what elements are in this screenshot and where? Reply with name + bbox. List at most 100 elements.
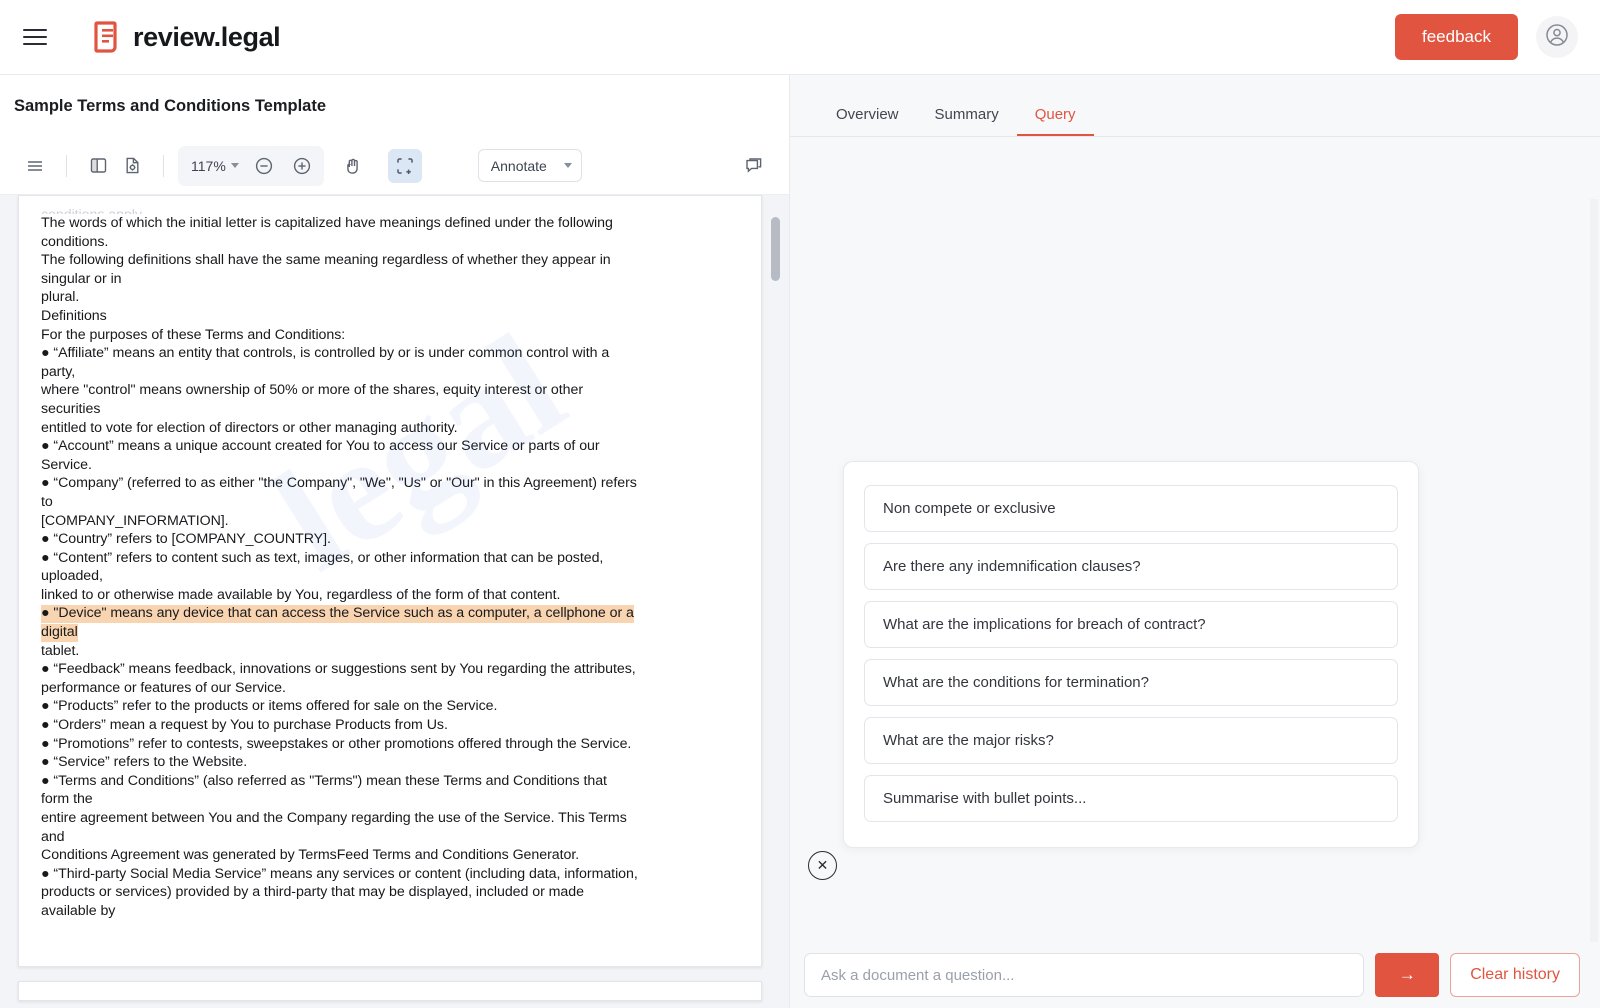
close-suggestions-button[interactable]: ✕ (808, 851, 837, 880)
document-line-text: performance or features of our Service. (41, 679, 286, 696)
document-text-body: conditions applyThe words of which the i… (41, 206, 739, 921)
query-body: Non compete or exclusive Are there any in… (790, 137, 1600, 942)
document-line: [COMPANY_INFORMATION]. (41, 512, 739, 531)
document-line-text: available by (41, 902, 116, 919)
document-line: uploaded, (41, 567, 739, 586)
document-line: For the purposes of these Terms and Cond… (41, 326, 739, 345)
document-page-next (18, 981, 762, 1001)
document-page: legal conditions applyThe words of which… (18, 195, 762, 967)
tab-summary[interactable]: Summary (917, 106, 1017, 136)
zoom-controls: 117% (178, 145, 324, 186)
zoom-level-select[interactable]: 117% (183, 155, 243, 177)
chevron-down-icon (563, 163, 572, 168)
panel-split-icon[interactable] (81, 149, 115, 183)
document-line: and (41, 828, 739, 847)
hamburger-icon[interactable] (18, 20, 52, 54)
suggested-questions-card: Non compete or exclusive Are there any in… (843, 461, 1419, 848)
tab-query[interactable]: Query (1016, 106, 1094, 136)
document-line-text: ● “Orders” mean a request by You to purc… (41, 717, 448, 734)
suggested-question-item[interactable]: What are the major risks? (864, 717, 1398, 764)
plus-circle-icon[interactable] (285, 149, 319, 183)
arrow-right-icon: → (1398, 965, 1416, 984)
document-line: entire agreement between You and the Com… (41, 809, 739, 828)
document-scroll-area[interactable]: legal conditions applyThe words of which… (0, 195, 789, 1008)
document-line: products or services) provided by a thir… (41, 883, 739, 902)
document-line: Service. (41, 456, 739, 475)
toolbar-divider (163, 154, 164, 177)
pdf-toolbar: 117% Annotate (0, 137, 789, 195)
document-line-text: products or services) provided by a thir… (41, 884, 584, 901)
document-line-text: ● “Service” refers to the Website. (41, 754, 248, 771)
header-actions: feedback (1395, 14, 1578, 60)
document-line-text: to (41, 493, 53, 510)
hamburger-bar (23, 36, 47, 38)
document-line-text: securities (41, 400, 101, 417)
document-scrollbar[interactable] (771, 195, 780, 1008)
hand-icon[interactable] (336, 149, 370, 183)
document-line: performance or features of our Service. (41, 679, 739, 698)
zoom-level-value: 117% (191, 157, 226, 174)
document-line-text: Definitions (41, 307, 107, 324)
document-line: available by (41, 902, 739, 921)
document-line: ● “Affiliate” means an entity that contr… (41, 344, 739, 363)
document-line-text: singular or in (41, 270, 122, 287)
send-question-button[interactable]: → (1375, 953, 1440, 997)
suggested-question-item[interactable]: Are there any indemnification clauses? (864, 543, 1398, 590)
suggested-question-item[interactable]: Summarise with bullet points... (864, 775, 1398, 822)
suggested-question-item[interactable]: What are the implications for breach of … (864, 601, 1398, 648)
document-line: The words of which the initial letter is… (41, 214, 739, 233)
minus-circle-icon[interactable] (247, 149, 281, 183)
main-split: Sample Terms and Conditions Template 117… (0, 75, 1600, 1008)
document-line: ● “Country” refers to [COMPANY_COUNTRY]. (41, 530, 739, 549)
document-line-text: ● “Feedback” means feedback, innovations… (41, 661, 636, 678)
document-line-text: For the purposes of these Terms and Cond… (41, 326, 346, 343)
document-scrollbar-thumb[interactable] (771, 217, 780, 281)
document-line-text: ● “Third-party Social Media Service” mea… (41, 865, 638, 882)
document-line: singular or in (41, 270, 739, 289)
document-line: ● “Third-party Social Media Service” mea… (41, 865, 739, 884)
document-title-bar: Sample Terms and Conditions Template (0, 75, 789, 137)
brand-logo[interactable]: review.legal (94, 20, 281, 54)
review-legal-mark-icon (94, 20, 124, 54)
toolbar-divider (66, 154, 67, 177)
question-input[interactable] (804, 953, 1365, 997)
document-line-text: uploaded, (41, 568, 103, 585)
query-footer: → Clear history (790, 942, 1600, 1008)
document-line-text: entire agreement between You and the Com… (41, 810, 627, 826)
query-scrollbar[interactable] (1590, 199, 1598, 942)
list-lines-icon[interactable] (18, 149, 52, 183)
account-button[interactable] (1536, 16, 1578, 58)
document-line-text: conditions. (41, 233, 109, 250)
document-line: tablet. (41, 642, 739, 661)
document-line: ● “Feedback” means feedback, innovations… (41, 660, 739, 679)
annotate-dropdown[interactable]: Annotate (477, 149, 582, 182)
clear-history-button[interactable]: Clear history (1450, 953, 1580, 997)
document-line-text: The words of which the initial letter is… (41, 215, 613, 231)
highlighted-text[interactable]: ● "Device" means any device that can acc… (41, 605, 634, 624)
document-line: Conditions Agreement was generated by Te… (41, 846, 739, 865)
suggested-question-item[interactable]: What are the conditions for termination? (864, 659, 1398, 706)
document-line-text: ● “Affiliate” means an entity that contr… (41, 345, 610, 362)
feedback-button[interactable]: feedback (1395, 14, 1518, 60)
suggested-question-item[interactable]: Non compete or exclusive (864, 485, 1398, 532)
highlighted-text[interactable]: digital (41, 624, 78, 642)
document-line-text: form the (41, 791, 93, 808)
document-line: ● “Terms and Conditions” (also referred … (41, 772, 739, 791)
marquee-add-icon[interactable] (387, 148, 422, 183)
document-line-text: Service. (41, 456, 92, 473)
document-line-text: Conditions Agreement was generated by Te… (41, 847, 580, 864)
document-line-text: ● “Promotions” refer to contests, sweeps… (41, 735, 632, 752)
document-line: securities (41, 400, 739, 419)
document-gear-icon[interactable] (115, 149, 149, 183)
document-line: ● “Content” refers to content such as te… (41, 549, 739, 568)
suggested-questions-list: Non compete or exclusive Are there any in… (864, 485, 1398, 822)
comment-icon[interactable] (737, 149, 771, 183)
document-line: ● “Account” means a unique account creat… (41, 437, 739, 456)
document-line-text: ● “Terms and Conditions” (also referred … (41, 772, 607, 789)
hamburger-bar (23, 43, 47, 45)
document-line-text: conditions apply (41, 207, 142, 214)
document-line-text: and (41, 828, 65, 845)
tab-overview[interactable]: Overview (818, 106, 917, 136)
app-header: review.legal feedback (0, 0, 1600, 75)
document-line: plural. (41, 288, 739, 307)
